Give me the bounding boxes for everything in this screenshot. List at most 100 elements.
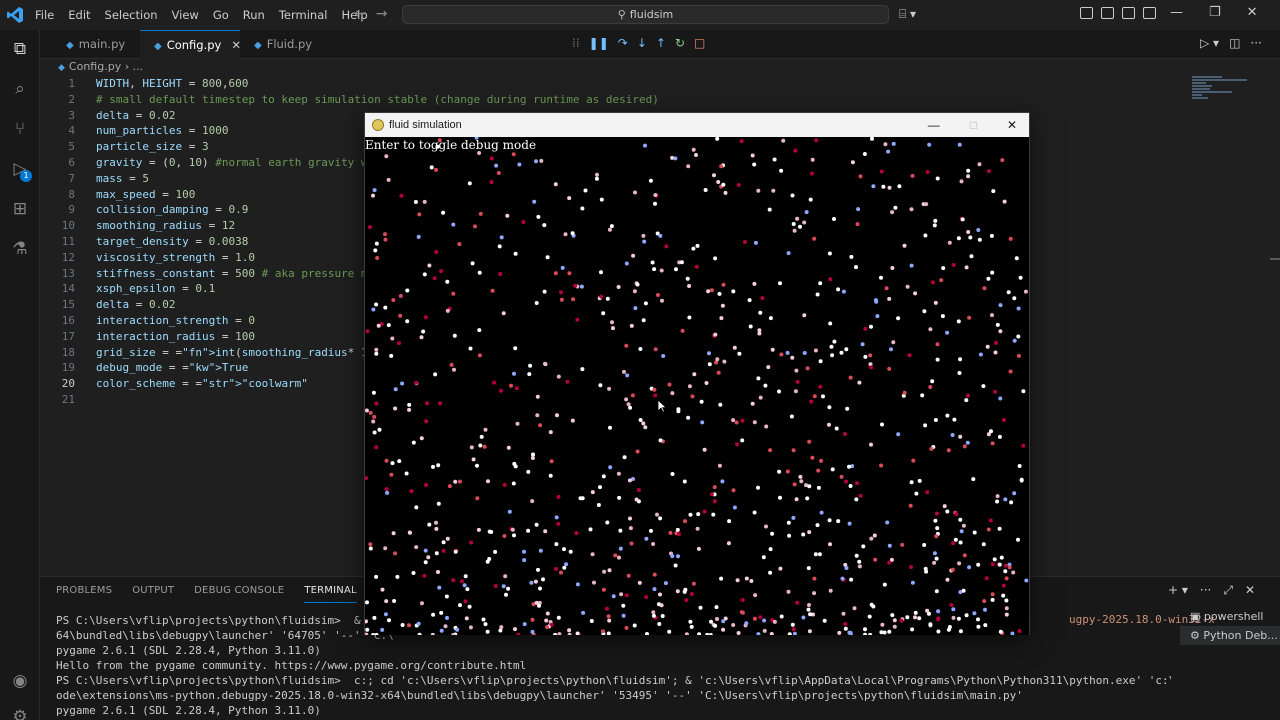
drag-grip-icon[interactable]: ⁞⁞: [572, 36, 580, 50]
code-line[interactable]: 18 grid_size = ="fn">int(smoothing_radius…: [40, 345, 414, 361]
minimap[interactable]: [1192, 76, 1252, 106]
toggle-panel-icon[interactable]: [1122, 7, 1135, 19]
restore-icon[interactable]: ❐: [1209, 5, 1221, 20]
particle: [791, 222, 796, 226]
back-arrow-icon[interactable]: ←: [354, 6, 366, 22]
maximize-panel-icon[interactable]: ⤢: [1223, 583, 1233, 598]
particle: [383, 305, 388, 310]
command-center-search[interactable]: ⚲ fluidsim: [402, 5, 889, 24]
more-actions-icon[interactable]: ···: [1200, 583, 1211, 598]
code-line[interactable]: 16 interaction_strength = 0: [40, 313, 255, 329]
pg-close-icon[interactable]: ✕: [1007, 113, 1017, 137]
particle: [807, 530, 812, 535]
step-out-icon[interactable]: ↑: [656, 36, 666, 50]
code-line[interactable]: 8 max_speed = 100: [40, 187, 195, 203]
copilot-icon[interactable]: ⌸ ▾: [899, 7, 916, 22]
breadcrumb-rest[interactable]: ...: [133, 60, 144, 73]
particle: [420, 601, 424, 606]
particle: [740, 610, 745, 615]
panel-tab-debug-console[interactable]: DEBUG CONSOLE: [194, 583, 284, 603]
run-icon[interactable]: ▷ ▾: [1200, 36, 1219, 50]
terminal-item-powershell[interactable]: ▣ powershell: [1180, 607, 1280, 626]
forward-arrow-icon[interactable]: →: [376, 6, 388, 22]
particle: [416, 234, 421, 239]
code-line[interactable]: 20 color_scheme = ="str">"coolwarm": [40, 376, 308, 392]
menu-terminal[interactable]: Terminal: [272, 8, 335, 22]
account-icon[interactable]: ◉: [9, 670, 31, 692]
code-line[interactable]: 3 delta = 0.02: [40, 108, 175, 124]
code-line[interactable]: 6 gravity = (0, 10) #normal earth gravity…: [40, 155, 374, 171]
code-line[interactable]: 7 mass = 5: [40, 171, 149, 187]
particle: [489, 530, 494, 534]
code-line[interactable]: 1 WIDTH, HEIGHT = 800,600: [40, 76, 248, 92]
particle: [482, 444, 487, 449]
restart-icon[interactable]: ↻: [675, 36, 685, 50]
step-into-icon[interactable]: ↓: [637, 36, 647, 50]
particle: [721, 182, 726, 187]
menu-file[interactable]: File: [28, 8, 61, 22]
particle: [400, 381, 405, 386]
simulation-canvas[interactable]: Enter to toggle debug mode: [365, 137, 1029, 635]
close-panel-icon[interactable]: ✕: [1245, 583, 1255, 598]
particle: [533, 579, 538, 584]
code-line[interactable]: 11 target_density = 0.0038: [40, 234, 249, 250]
settings-gear-icon[interactable]: ⚙: [9, 706, 31, 720]
particle: [808, 197, 813, 202]
search-sidebar-icon[interactable]: ⌕: [9, 78, 31, 100]
particle: [762, 618, 767, 623]
new-terminal-icon[interactable]: + ▾: [1168, 583, 1188, 598]
code-line[interactable]: 15 delta = 0.02: [40, 297, 176, 313]
source-control-icon[interactable]: ⑂: [9, 118, 31, 140]
pg-minimize-icon[interactable]: —: [928, 113, 940, 137]
code-line[interactable]: 5 particle_size = 3: [40, 139, 208, 155]
toggle-sidebar-icon[interactable]: [1101, 7, 1114, 19]
extensions-icon[interactable]: ⊞: [9, 198, 31, 220]
code-line[interactable]: 21: [40, 392, 96, 408]
menu-run[interactable]: Run: [236, 8, 272, 22]
terminal-item-python-debug[interactable]: ⚙ Python Deb...: [1180, 626, 1280, 645]
menu-selection[interactable]: Selection: [98, 8, 165, 22]
particle: [470, 261, 475, 266]
breadcrumb-file[interactable]: Config.py: [69, 60, 121, 73]
code-line[interactable]: 12 viscosity_strength = 1.0: [40, 250, 255, 266]
particle: [790, 355, 795, 360]
stop-icon[interactable]: □: [694, 36, 705, 50]
tab-fluid[interactable]: ◆ Fluid.py: [240, 30, 340, 59]
tab-config[interactable]: ◆ Config.py ✕: [140, 30, 241, 59]
close-window-icon[interactable]: ✕: [1247, 5, 1258, 20]
panel-tab-problems[interactable]: PROBLEMS: [56, 583, 112, 603]
step-over-icon[interactable]: ↷: [618, 36, 628, 50]
particle: [935, 511, 939, 516]
code-line[interactable]: 4 num_particles = 1000: [40, 123, 228, 139]
testing-icon[interactable]: ⚗: [9, 238, 31, 260]
code-line[interactable]: 9 collision_damping = 0.9: [40, 202, 248, 218]
menu-go[interactable]: Go: [206, 8, 236, 22]
panel-tab-output[interactable]: OUTPUT: [132, 583, 174, 603]
code-line[interactable]: 19 debug_mode = ="kw">True: [40, 360, 249, 376]
menu-view[interactable]: View: [165, 8, 206, 22]
explorer-icon[interactable]: ⧉: [9, 38, 31, 60]
code-line[interactable]: 14 xsph_epsilon = 0.1: [40, 281, 215, 297]
particle: [925, 608, 930, 613]
code-line[interactable]: 10 smoothing_radius = 12: [40, 218, 235, 234]
code-line[interactable]: 17 interaction_radius = 100: [40, 329, 255, 345]
particle: [786, 520, 791, 525]
particle: [812, 236, 817, 241]
panel-tab-terminal[interactable]: TERMINAL: [304, 583, 357, 603]
code-line[interactable]: 2 # small default timestep to keep simula…: [40, 92, 659, 108]
minimize-icon[interactable]: —: [1170, 5, 1183, 20]
tab-main[interactable]: ◆ main.py: [52, 30, 148, 59]
pygame-window[interactable]: fluid simulation — □ ✕ Enter to toggle d…: [364, 112, 1030, 635]
particle: [1008, 369, 1013, 374]
particle: [978, 352, 983, 357]
particle: [879, 275, 883, 280]
menu-edit[interactable]: Edit: [61, 8, 97, 22]
code-line[interactable]: 13 stiffness_constant = 500 # aka pressur…: [40, 266, 374, 282]
split-editor-icon[interactable]: ◫: [1229, 36, 1240, 50]
toggle-secondary-sidebar-icon[interactable]: [1143, 7, 1156, 19]
pause-icon[interactable]: ❚❚: [589, 36, 609, 50]
customize-layout-icon[interactable]: [1080, 7, 1093, 19]
more-actions-icon[interactable]: ···: [1250, 36, 1261, 50]
particle: [590, 552, 595, 557]
particle: [899, 618, 904, 623]
